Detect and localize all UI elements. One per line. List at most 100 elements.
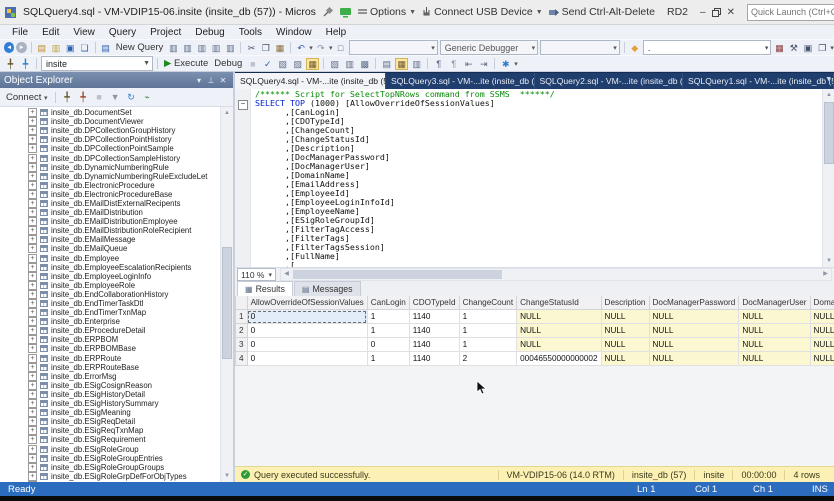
expand-icon[interactable]: +	[28, 226, 37, 235]
undo-icon[interactable]: ↶	[295, 42, 307, 54]
vm-options-button[interactable]: Options▼	[358, 6, 416, 18]
expand-icon[interactable]: +	[28, 463, 37, 472]
expand-icon[interactable]: +	[28, 199, 37, 208]
cut-icon[interactable]: ✂	[245, 42, 257, 54]
grid-cell[interactable]: NULL	[601, 352, 649, 366]
query-options-icon[interactable]: ▥	[343, 58, 356, 70]
code-editor[interactable]: − /****** Script for SelectTopNRows comm…	[235, 89, 834, 267]
expand-icon[interactable]: +	[28, 390, 37, 399]
expand-icon[interactable]: +	[28, 126, 37, 135]
tree-item-table[interactable]: +insite_db.ERPRoute	[0, 354, 233, 363]
grid-cell[interactable]: NULL	[517, 324, 601, 338]
parse-icon[interactable]: ✓	[261, 58, 274, 70]
grid-cell[interactable]: 0	[247, 338, 367, 352]
tree-item-table[interactable]: +insite_db.EmployeeLoginInfo	[0, 272, 233, 281]
grid-cell[interactable]: NULL	[649, 352, 739, 366]
tree-item-table[interactable]: +insite_db.ERPRouteBase	[0, 363, 233, 372]
execute-button[interactable]: ▶ Execute	[164, 58, 208, 69]
tree-item-table[interactable]: +insite_db.DocumentSet	[0, 108, 233, 117]
document-tab[interactable]: SQLQuery1.sql - VM-...ite (insite_db (54…	[683, 73, 834, 89]
tree-item-table[interactable]: +insite_db.DynamicNumberingRuleExcludeLe…	[0, 172, 233, 181]
grid-column-header[interactable]: DocManagerUser	[739, 296, 810, 310]
tree-item-table[interactable]: +insite_db.DynamicNumberingRule	[0, 163, 233, 172]
grid-cell[interactable]: 1	[459, 310, 517, 324]
connect-button[interactable]: Connect ▾	[6, 92, 48, 103]
expand-icon[interactable]: +	[28, 154, 37, 163]
tree-item-table[interactable]: +insite_db.ElectronicProcedureBase	[0, 190, 233, 199]
scroll-left-icon[interactable]: ◀	[281, 269, 292, 280]
tree-item-table[interactable]: +insite_db.DocumentViewer	[0, 117, 233, 126]
change-connection-icon[interactable]: ╇	[19, 58, 32, 70]
tree-item-table[interactable]: +insite_db.ESigRequirement	[0, 435, 233, 444]
expand-icon[interactable]: +	[28, 326, 37, 335]
tree-item-table[interactable]: +insite_db.DPCollectionSampleHistory	[0, 153, 233, 162]
grid-cell[interactable]: NULL	[517, 338, 601, 352]
tree-item-table[interactable]: +insite_db.EMailDistributionRoleRecipien…	[0, 226, 233, 235]
tree-item-table[interactable]: +insite_db.EMailDistExternalRecipents	[0, 199, 233, 208]
vm-send-cad-button[interactable]: Send Ctrl-Alt-Delete	[549, 6, 655, 18]
grid-cell[interactable]: NULL	[601, 310, 649, 324]
vm-close-button[interactable]: ✕	[727, 5, 735, 19]
chevron-down-icon[interactable]: ▾	[193, 76, 205, 85]
grid-column-header[interactable]: AllowOverrideOfSessionValues	[247, 296, 367, 310]
grid-cell[interactable]: 1140	[409, 324, 459, 338]
menu-query[interactable]: Query	[103, 26, 142, 39]
new-ce-query-icon[interactable]: ▥	[167, 42, 179, 54]
menu-edit[interactable]: Edit	[36, 26, 65, 39]
menu-view[interactable]: View	[67, 26, 101, 39]
tree-item-table[interactable]: +insite_db.EmployeeEscalationRecipients	[0, 263, 233, 272]
expand-icon[interactable]: +	[28, 426, 37, 435]
menu-project[interactable]: Project	[144, 26, 187, 39]
save-all-icon[interactable]: ❏	[78, 42, 90, 54]
tree-item-table[interactable]: +insite_db.EmployeeRole	[0, 281, 233, 290]
document-tab[interactable]: SQLQuery3.sql - VM-...ite (insite_db (62…	[386, 73, 535, 89]
fold-collapse-icon[interactable]: −	[238, 100, 248, 110]
tree-item-table[interactable]: +insite_db.Enterprise	[0, 317, 233, 326]
scroll-up-icon[interactable]: ▲	[221, 107, 233, 119]
editor-scrollbar[interactable]: ▲ ▼	[822, 89, 834, 267]
tree-item-table[interactable]: +insite_db.DPCollectionPointSample	[0, 144, 233, 153]
paste-icon[interactable]: ▦	[274, 42, 286, 54]
expand-icon[interactable]: +	[28, 135, 37, 144]
indent-icon[interactable]: ⇥	[477, 58, 490, 70]
expand-icon[interactable]: +	[28, 190, 37, 199]
expand-icon[interactable]: +	[28, 235, 37, 244]
tree-item-table[interactable]: +insite_db.ESigMeaning	[0, 408, 233, 417]
tree-item-table[interactable]: +insite_db.EndCollaborationHistory	[0, 290, 233, 299]
expand-icon[interactable]: +	[28, 163, 37, 172]
grid-cell[interactable]: 00046550000000002	[517, 352, 601, 366]
expand-icon[interactable]: +	[28, 335, 37, 344]
stop-icon[interactable]: ■	[246, 58, 259, 70]
expand-icon[interactable]: +	[28, 454, 37, 463]
expand-icon[interactable]: +	[28, 445, 37, 454]
tree-item-table[interactable]: +insite_db.ESigRoleGrpDefForObjTypes	[0, 472, 233, 481]
grid-cell[interactable]: NULL	[517, 310, 601, 324]
expand-icon[interactable]: +	[28, 290, 37, 299]
open-file-icon[interactable]: ▥	[50, 42, 62, 54]
db-query-1-icon[interactable]: ▥	[182, 42, 194, 54]
grid-cell[interactable]: 1140	[409, 310, 459, 324]
vm-connect-usb-button[interactable]: Connect USB Device▼	[422, 6, 543, 18]
grid-cell[interactable]: 0	[247, 310, 367, 324]
grid-cell[interactable]: NULL	[810, 310, 834, 324]
db-query-4-icon[interactable]: ▥	[224, 42, 236, 54]
document-tab[interactable]: SQLQuery2.sql - VM-...ite (insite_db (59…	[535, 73, 684, 89]
uncomment-icon[interactable]: ¶	[447, 58, 460, 70]
grid-cell[interactable]: 1	[367, 310, 409, 324]
object-explorer-header[interactable]: Object Explorer ▾ ⊥ ✕	[0, 72, 233, 88]
tree-item-table[interactable]: +insite_db.ESigHistoryDetail	[0, 390, 233, 399]
tree-item-table[interactable]: +insite_db.EndTimerTxnMap	[0, 308, 233, 317]
grid-cell[interactable]: NULL	[649, 310, 739, 324]
new-project-icon[interactable]: ▤	[36, 42, 48, 54]
expand-icon[interactable]: +	[28, 172, 37, 181]
server-connect-icon[interactable]: ╇	[61, 91, 74, 103]
server-disconnect-icon[interactable]: ╇	[77, 91, 90, 103]
document-tab[interactable]: SQLQuery4.sql - VM-...ite (insite_db (57…	[235, 73, 386, 89]
tree-item-table[interactable]: +insite_db.ESigReqTxnMap	[0, 426, 233, 435]
tree-item-table[interactable]: +insite_db.ESigRoleGroupEntries	[0, 454, 233, 463]
grid-cell[interactable]: NULL	[810, 338, 834, 352]
editor-zoom-select[interactable]: 110 %▾	[237, 268, 276, 281]
tree-item-table[interactable]: +insite_db.ESigRoleGroupGroups	[0, 463, 233, 472]
grid-cell[interactable]: NULL	[649, 338, 739, 352]
estimated-plan-icon[interactable]: ▧	[276, 58, 289, 70]
